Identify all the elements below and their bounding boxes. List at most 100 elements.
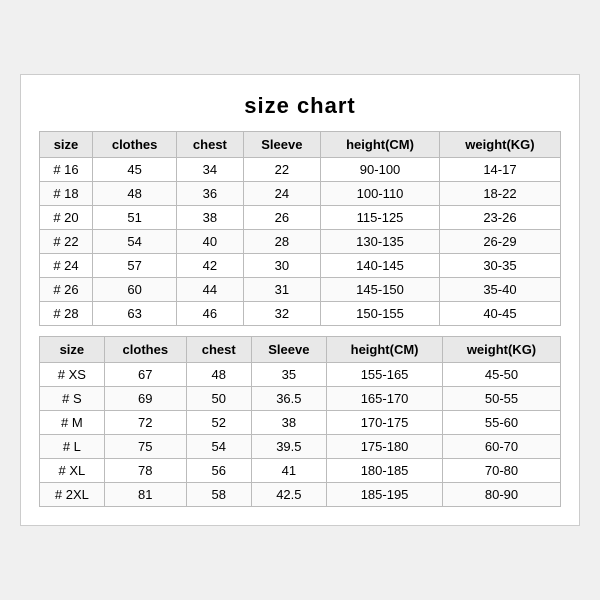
table-cell: 145-150 xyxy=(321,278,440,302)
column-header: chest xyxy=(186,337,251,363)
table-cell: 45 xyxy=(93,158,177,182)
table-row: # 20513826115-12523-26 xyxy=(40,206,561,230)
table-cell: 72 xyxy=(104,411,186,435)
table-row: # XS674835155-16545-50 xyxy=(40,363,561,387)
table-cell: 38 xyxy=(251,411,327,435)
size-table-children: sizeclotheschestSleeveheight(CM)weight(K… xyxy=(39,131,561,326)
table-cell: 14-17 xyxy=(439,158,560,182)
table-cell: 36 xyxy=(177,182,243,206)
table-cell: 50-55 xyxy=(442,387,560,411)
column-header: size xyxy=(40,337,105,363)
table1-body: # 1645342290-10014-17# 18483624100-11018… xyxy=(40,158,561,326)
table-cell: 60-70 xyxy=(442,435,560,459)
table-cell: 35 xyxy=(251,363,327,387)
table-cell: 30 xyxy=(243,254,321,278)
table2-body: # XS674835155-16545-50# S695036.5165-170… xyxy=(40,363,561,507)
table-cell: 48 xyxy=(186,363,251,387)
table-cell: 56 xyxy=(186,459,251,483)
table-cell: # 28 xyxy=(40,302,93,326)
column-header: clothes xyxy=(104,337,186,363)
table-cell: # 26 xyxy=(40,278,93,302)
table-cell: 24 xyxy=(243,182,321,206)
table-cell: 90-100 xyxy=(321,158,440,182)
table-cell: 180-185 xyxy=(327,459,443,483)
column-header: chest xyxy=(177,132,243,158)
table-cell: 175-180 xyxy=(327,435,443,459)
table-cell: 185-195 xyxy=(327,483,443,507)
table-cell: 36.5 xyxy=(251,387,327,411)
size-table-adults: sizeclotheschestSleeveheight(CM)weight(K… xyxy=(39,336,561,507)
table-cell: # M xyxy=(40,411,105,435)
table-cell: # 16 xyxy=(40,158,93,182)
table-cell: 32 xyxy=(243,302,321,326)
table-cell: 38 xyxy=(177,206,243,230)
table-row: # M725238170-17555-60 xyxy=(40,411,561,435)
table-cell: # 24 xyxy=(40,254,93,278)
table-cell: 140-145 xyxy=(321,254,440,278)
table-cell: # 22 xyxy=(40,230,93,254)
table-cell: 80-90 xyxy=(442,483,560,507)
table-cell: 115-125 xyxy=(321,206,440,230)
table-cell: 28 xyxy=(243,230,321,254)
table-cell: 55-60 xyxy=(442,411,560,435)
table-row: # 2XL815842.5185-19580-90 xyxy=(40,483,561,507)
table-cell: 75 xyxy=(104,435,186,459)
table-cell: 46 xyxy=(177,302,243,326)
table-cell: 170-175 xyxy=(327,411,443,435)
table-cell: 39.5 xyxy=(251,435,327,459)
chart-title: size chart xyxy=(39,93,561,119)
table-cell: # 2XL xyxy=(40,483,105,507)
table-cell: 63 xyxy=(93,302,177,326)
table-cell: 78 xyxy=(104,459,186,483)
column-header: weight(KG) xyxy=(442,337,560,363)
table-cell: 22 xyxy=(243,158,321,182)
table-cell: 26-29 xyxy=(439,230,560,254)
table-cell: 41 xyxy=(251,459,327,483)
table-cell: 18-22 xyxy=(439,182,560,206)
table-cell: 45-50 xyxy=(442,363,560,387)
table-cell: 42.5 xyxy=(251,483,327,507)
table-cell: 60 xyxy=(93,278,177,302)
table-cell: 51 xyxy=(93,206,177,230)
column-header: size xyxy=(40,132,93,158)
table-cell: 57 xyxy=(93,254,177,278)
table-row: # S695036.5165-17050-55 xyxy=(40,387,561,411)
table-cell: 44 xyxy=(177,278,243,302)
table-row: # 18483624100-11018-22 xyxy=(40,182,561,206)
column-header: weight(KG) xyxy=(439,132,560,158)
table-row: # 22544028130-13526-29 xyxy=(40,230,561,254)
table-cell: 40 xyxy=(177,230,243,254)
table-row: # 28634632150-15540-45 xyxy=(40,302,561,326)
table-cell: 54 xyxy=(186,435,251,459)
table-cell: 31 xyxy=(243,278,321,302)
table-cell: # S xyxy=(40,387,105,411)
table-cell: # XL xyxy=(40,459,105,483)
table-cell: 58 xyxy=(186,483,251,507)
size-chart-card: size chart sizeclotheschestSleeveheight(… xyxy=(20,74,580,526)
table2-header-row: sizeclotheschestSleeveheight(CM)weight(K… xyxy=(40,337,561,363)
table-cell: 23-26 xyxy=(439,206,560,230)
column-header: Sleeve xyxy=(251,337,327,363)
table-cell: 40-45 xyxy=(439,302,560,326)
table-row: # 26604431145-15035-40 xyxy=(40,278,561,302)
table-cell: 54 xyxy=(93,230,177,254)
column-header: height(CM) xyxy=(327,337,443,363)
table-cell: 35-40 xyxy=(439,278,560,302)
table-row: # L755439.5175-18060-70 xyxy=(40,435,561,459)
table-cell: 50 xyxy=(186,387,251,411)
table-row: # 1645342290-10014-17 xyxy=(40,158,561,182)
table-cell: 100-110 xyxy=(321,182,440,206)
table-cell: # 18 xyxy=(40,182,93,206)
table-cell: # 20 xyxy=(40,206,93,230)
column-header: clothes xyxy=(93,132,177,158)
table-cell: # L xyxy=(40,435,105,459)
table-cell: 48 xyxy=(93,182,177,206)
table1-header-row: sizeclotheschestSleeveheight(CM)weight(K… xyxy=(40,132,561,158)
table-cell: 30-35 xyxy=(439,254,560,278)
column-header: height(CM) xyxy=(321,132,440,158)
table-cell: 67 xyxy=(104,363,186,387)
table-cell: # XS xyxy=(40,363,105,387)
table-cell: 81 xyxy=(104,483,186,507)
table-row: # XL785641180-18570-80 xyxy=(40,459,561,483)
column-header: Sleeve xyxy=(243,132,321,158)
